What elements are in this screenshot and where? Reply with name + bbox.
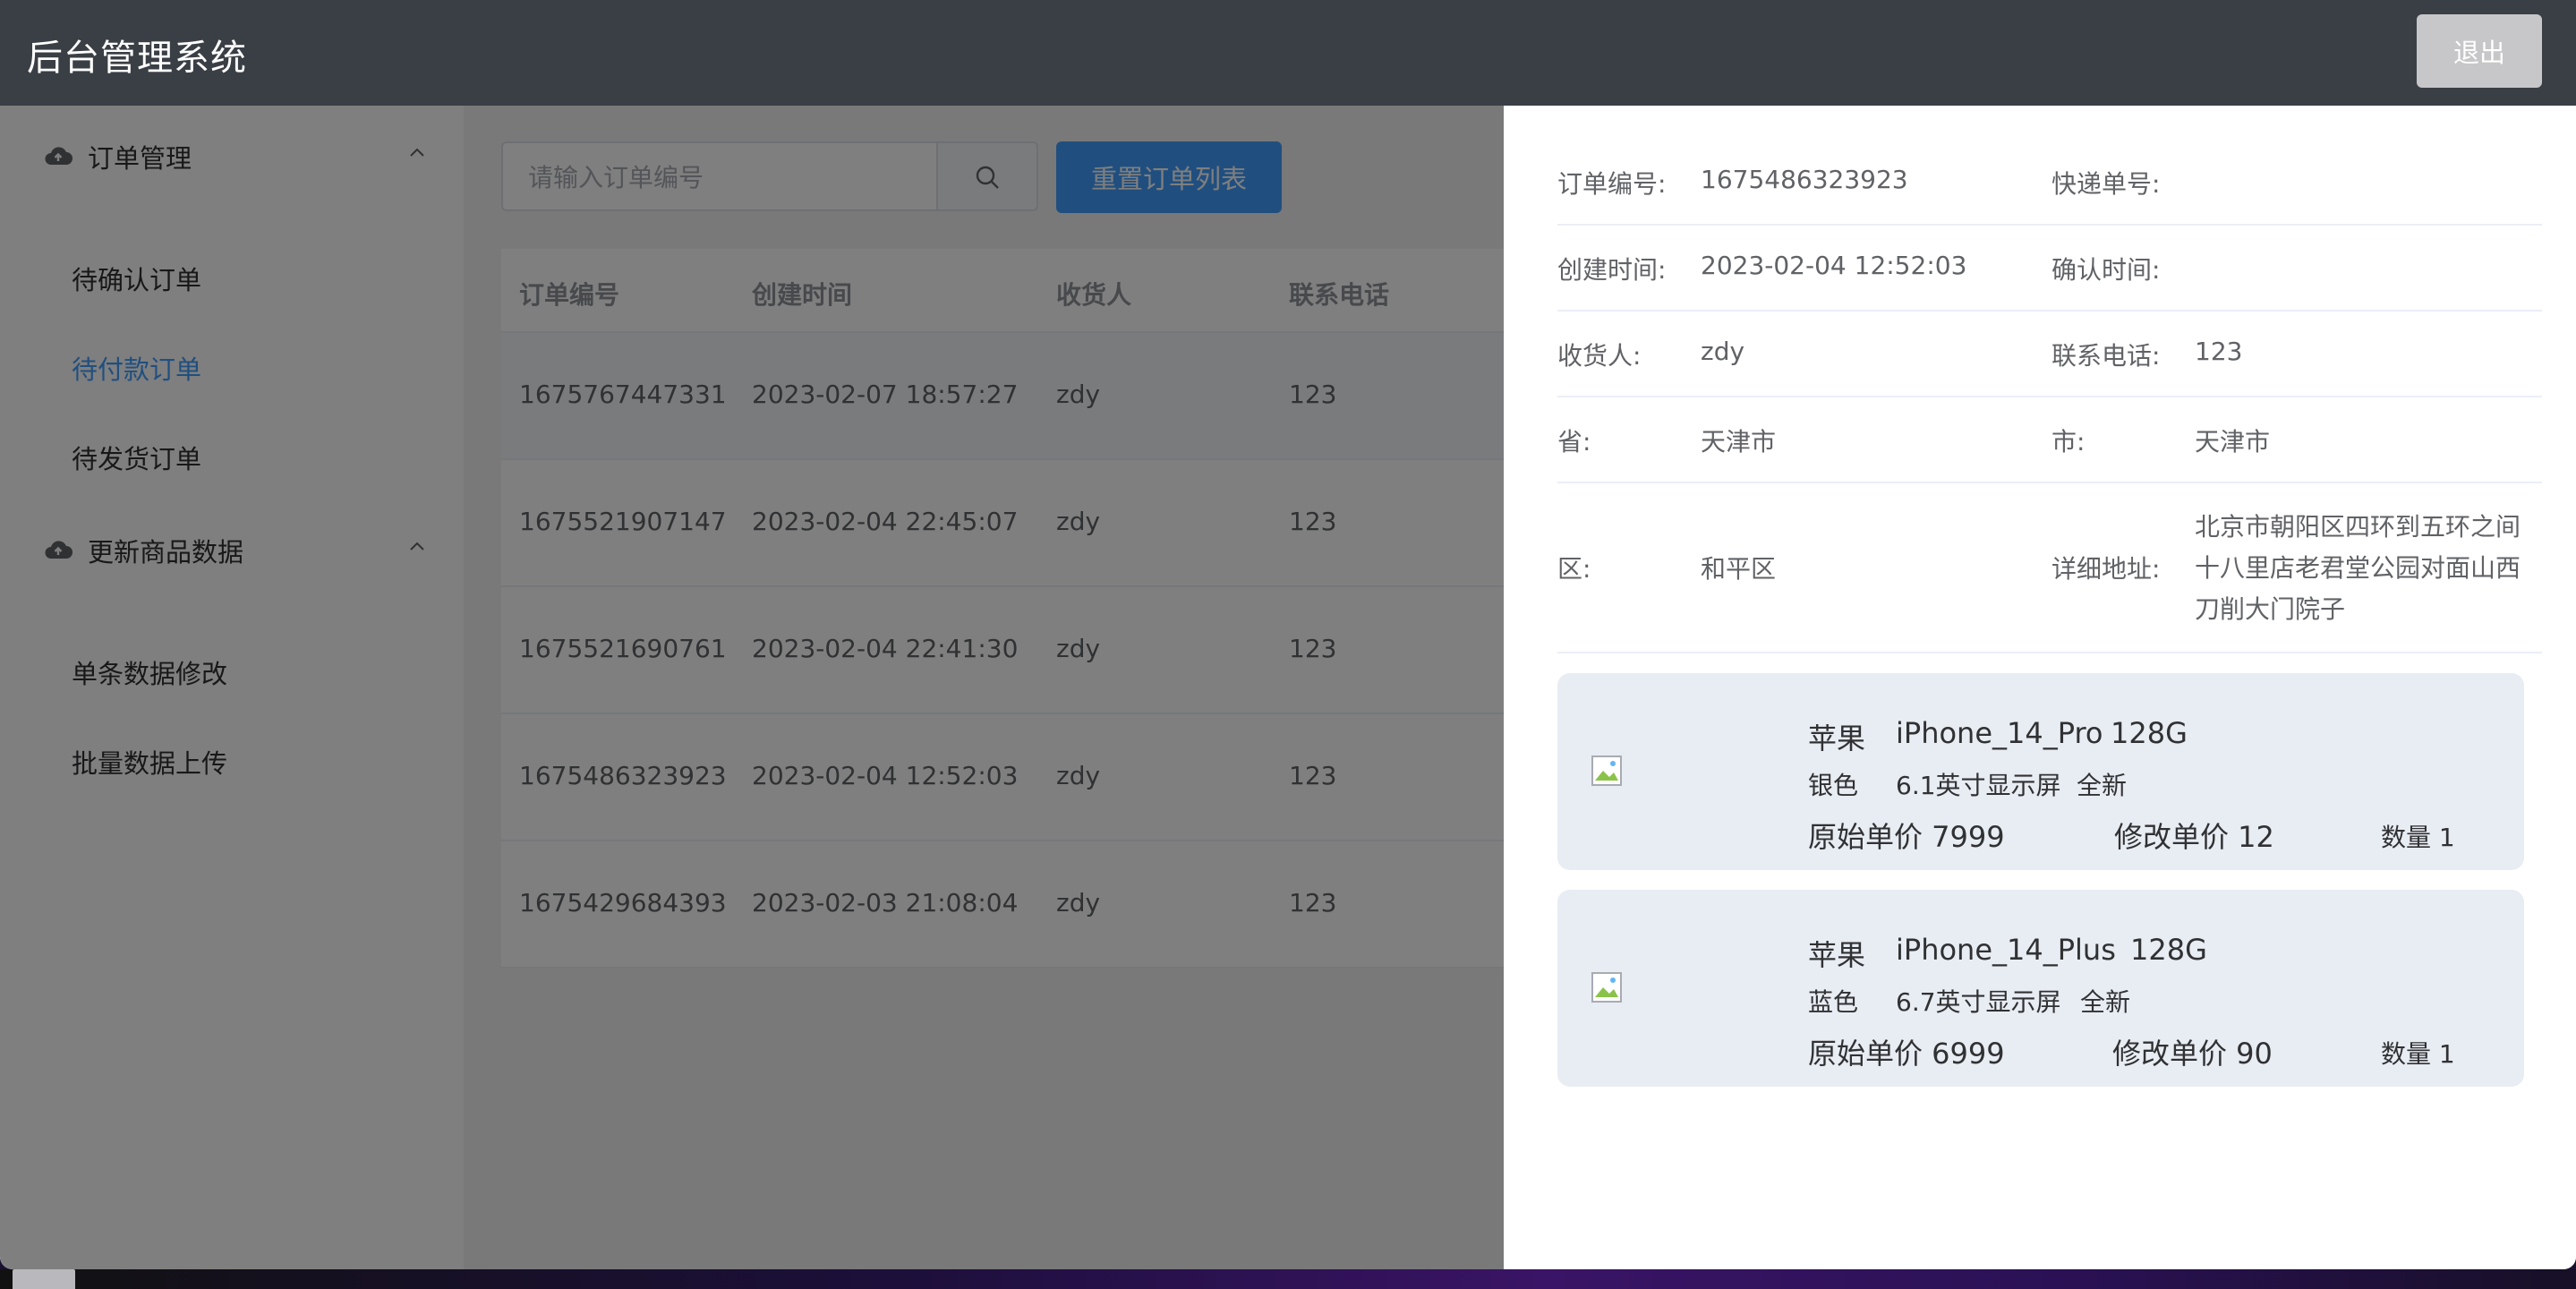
product-condition: 全新 (2080, 987, 2131, 1017)
broken-image-icon (1591, 755, 1622, 786)
app-title: 后台管理系统 (27, 38, 247, 79)
detail-value: 2023-02-04 12:52:03 (1701, 251, 1967, 280)
detail-value: 天津市 (2195, 427, 2271, 457)
detail-row: 订单编号: 1675486323923 快递单号: (1557, 140, 2542, 226)
product-card: 苹果 iPhone_14_Plus 128G 蓝色 6.7英寸显示屏 全新 原始… (1557, 890, 2524, 1087)
desktop-background (0, 1269, 2576, 1289)
detail-label: 确认时间: (2051, 255, 2161, 285)
detail-label: 省: (1557, 427, 1591, 457)
product-storage: 128G (2130, 933, 2207, 967)
top-header: 后台管理系统 退出 (0, 0, 2576, 106)
product-modified-price: 修改单价 12 (2114, 820, 2274, 854)
order-detail-drawer: 订单编号: 1675486323923 快递单号: 创建时间: 2023-02-… (1504, 106, 2576, 1269)
product-quantity: 数量 1 (2381, 823, 2455, 852)
product-color: 银色 (1808, 771, 1859, 800)
detail-label: 创建时间: (1557, 255, 1667, 285)
detail-label: 区: (1557, 554, 1591, 584)
product-storage: 128G (2111, 716, 2188, 750)
product-condition: 全新 (2077, 771, 2128, 800)
product-model: iPhone_14_Plus (1896, 933, 2116, 967)
detail-row: 创建时间: 2023-02-04 12:52:03 确认时间: (1557, 226, 2542, 312)
detail-label: 联系电话: (2051, 341, 2161, 371)
detail-row: 省: 天津市 市: 天津市 (1557, 397, 2542, 483)
product-quantity: 数量 1 (2381, 1039, 2455, 1069)
product-color: 蓝色 (1808, 987, 1859, 1017)
detail-label: 快递单号: (2051, 169, 2161, 199)
detail-label: 详细地址: (2051, 554, 2161, 584)
detail-row: 收货人: zdy 联系电话: 123 (1557, 312, 2542, 397)
detail-label: 市: (2051, 427, 2086, 457)
desktop-app-icon[interactable] (13, 1269, 75, 1289)
detail-value: 和平区 (1701, 554, 1777, 584)
product-model: iPhone_14_Pro (1896, 716, 2103, 750)
product-brand: 苹果 (1808, 938, 1866, 972)
detail-address-value: 北京市朝阳区四环到五环之间十八里店老君堂公园对面山西刀削大门院子 (2195, 512, 2521, 624)
drawer-overlay[interactable] (0, 106, 1504, 1269)
admin-app-window: 后台管理系统 退出 订单管理 待确认订单 待付款订单 待发货订单 (0, 0, 2576, 1269)
logout-button[interactable]: 退出 (2417, 14, 2542, 88)
product-brand: 苹果 (1808, 721, 1866, 755)
product-original-price: 原始单价 6999 (1808, 1037, 2005, 1071)
product-card: 苹果 iPhone_14_Pro 128G 银色 6.1英寸显示屏 全新 原始单… (1557, 673, 2524, 870)
detail-value: zdy (1701, 337, 1745, 366)
detail-value: 123 (2195, 337, 2243, 366)
product-modified-price: 修改单价 90 (2112, 1037, 2273, 1071)
detail-value: 天津市 (1701, 427, 1777, 457)
detail-label: 收货人: (1557, 341, 1642, 371)
detail-label: 订单编号: (1557, 169, 1667, 199)
product-original-price: 原始单价 7999 (1808, 820, 2005, 854)
broken-image-icon (1591, 972, 1622, 1003)
product-screen: 6.1英寸显示屏 (1896, 771, 2061, 800)
product-screen: 6.7英寸显示屏 (1896, 987, 2061, 1017)
detail-row: 区: 和平区 详细地址: 北京市朝阳区四环到五环之间十八里店老君堂公园对面山西刀… (1557, 483, 2542, 653)
detail-value: 1675486323923 (1701, 165, 1908, 194)
